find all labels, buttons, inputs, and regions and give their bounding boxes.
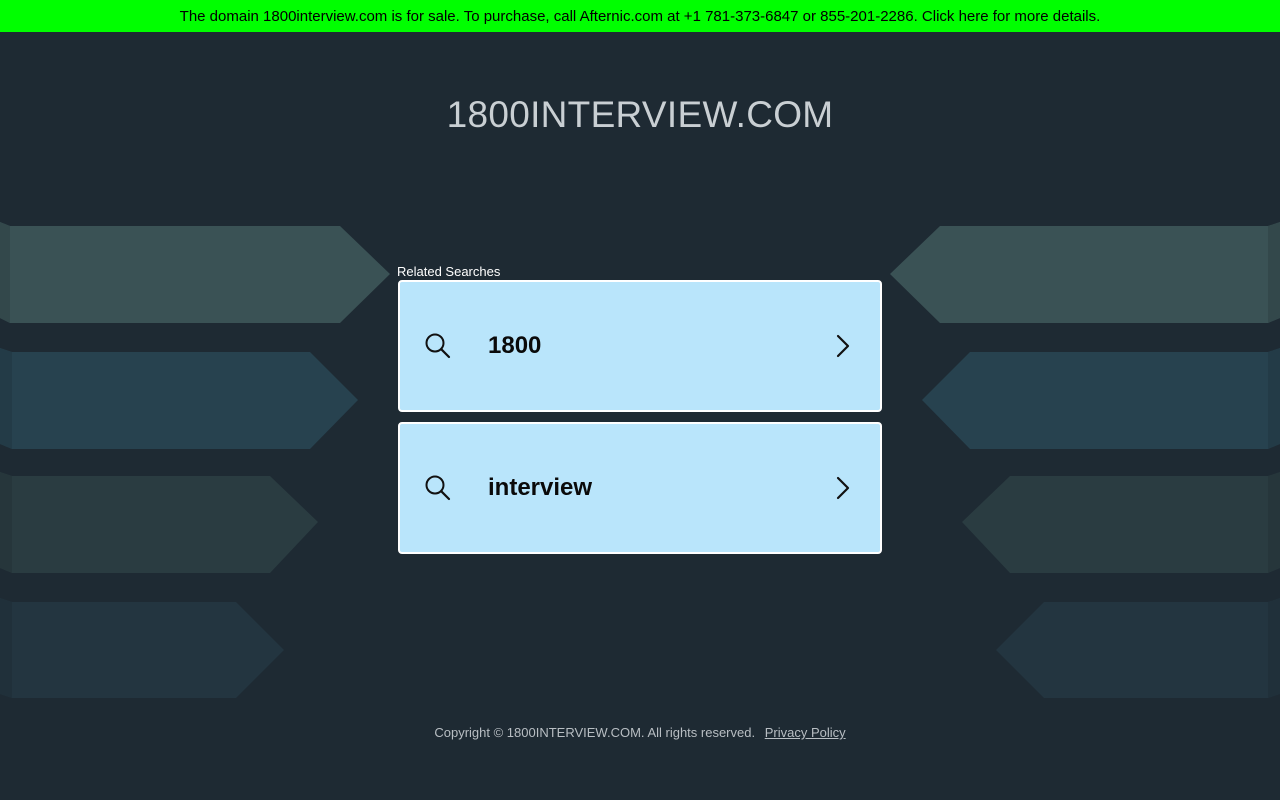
footer: Copyright © 1800INTERVIEW.COM. All right…: [0, 725, 1280, 740]
search-icon: [425, 333, 451, 359]
left-arrow-3: [0, 472, 318, 573]
banner-text: The domain 1800interview.com is for sale…: [179, 8, 1101, 25]
parked-domain-page: The domain 1800interview.com is for sale…: [0, 0, 1280, 800]
related-search-label: interview: [488, 474, 593, 501]
related-search-item[interactable]: 1800: [398, 280, 882, 412]
site-title: 1800INTERVIEW.COM: [446, 94, 834, 135]
copyright-text: Copyright © 1800INTERVIEW.COM.: [434, 725, 645, 740]
related-searches-label: Related Searches: [397, 264, 501, 279]
domain-sale-banner[interactable]: The domain 1800interview.com is for sale…: [0, 0, 1280, 32]
privacy-policy-link[interactable]: Privacy Policy: [765, 725, 846, 740]
chevron-right-icon: [836, 334, 850, 358]
related-search-item[interactable]: interview: [398, 422, 882, 554]
right-arrow-3: [962, 472, 1280, 573]
right-arrow-1: [890, 222, 1280, 323]
left-arrow-4: [0, 598, 284, 698]
chevron-right-icon: [836, 476, 850, 500]
right-arrow-2: [922, 348, 1280, 449]
right-arrow-4: [996, 598, 1280, 698]
left-arrow-1: [0, 222, 390, 323]
left-arrow-2: [0, 348, 358, 449]
rights-text: All rights reserved.: [647, 725, 756, 740]
search-icon: [425, 475, 451, 501]
related-search-label: 1800: [488, 332, 542, 359]
